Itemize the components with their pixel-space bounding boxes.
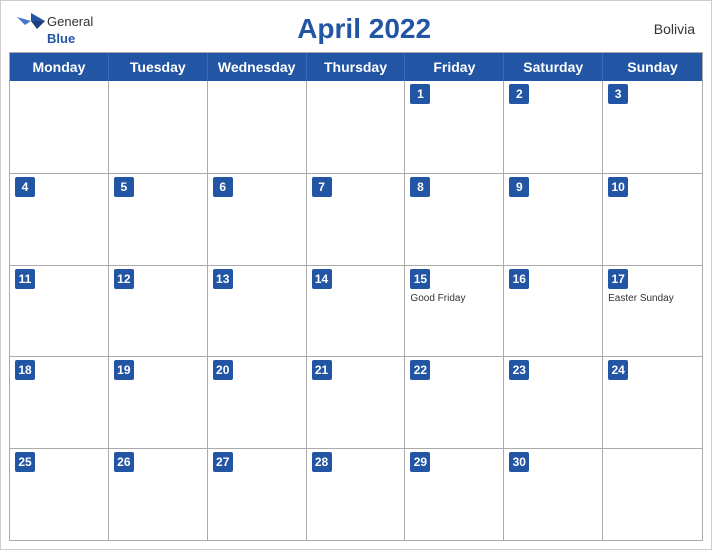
day-number: 28 <box>312 452 332 472</box>
day-cell: 27 <box>208 449 307 540</box>
day-cell: 8 <box>405 174 504 265</box>
day-cell <box>208 81 307 173</box>
day-number: 2 <box>509 84 529 104</box>
day-cell: 19 <box>109 357 208 448</box>
day-cell: 26 <box>109 449 208 540</box>
day-number: 4 <box>15 177 35 197</box>
day-number: 19 <box>114 360 134 380</box>
day-cell: 28 <box>307 449 406 540</box>
calendar: Monday Tuesday Wednesday Thursday Friday… <box>9 52 703 541</box>
day-number: 1 <box>410 84 430 104</box>
day-cell: 1 <box>405 81 504 173</box>
week-row-2: 4 5 6 7 8 9 10 <box>10 173 702 265</box>
day-number: 29 <box>410 452 430 472</box>
day-cell: 25 <box>10 449 109 540</box>
day-cell: 15 Good Friday <box>405 266 504 357</box>
day-number: 16 <box>509 269 529 289</box>
bird-icon <box>17 11 45 31</box>
day-number: 12 <box>114 269 134 289</box>
day-cell <box>603 449 702 540</box>
day-number: 26 <box>114 452 134 472</box>
day-number: 6 <box>213 177 233 197</box>
day-monday: Monday <box>10 53 109 81</box>
calendar-grid: 123456789101112131415Good Friday1617East… <box>10 81 702 540</box>
logo-blue: Blue <box>47 31 75 46</box>
week-row-5: 25 26 27 28 29 30 <box>10 448 702 540</box>
day-number: 24 <box>608 360 628 380</box>
day-cell: 7 <box>307 174 406 265</box>
logo: General Blue <box>17 11 93 46</box>
day-number: 18 <box>15 360 35 380</box>
day-number: 14 <box>312 269 332 289</box>
day-cell: 12 <box>109 266 208 357</box>
day-cell: 11 <box>10 266 109 357</box>
week-row-3: 11 12 13 14 15 Good Friday 16 17 Easter Sunday <box>10 265 702 357</box>
day-cell <box>109 81 208 173</box>
day-cell: 20 <box>208 357 307 448</box>
day-cell: 9 <box>504 174 603 265</box>
day-number: 9 <box>509 177 529 197</box>
day-wednesday: Wednesday <box>208 53 307 81</box>
day-number: 11 <box>15 269 35 289</box>
day-cell: 21 <box>307 357 406 448</box>
day-number: 22 <box>410 360 430 380</box>
day-number: 5 <box>114 177 134 197</box>
day-cell: 18 <box>10 357 109 448</box>
day-cell: 6 <box>208 174 307 265</box>
day-cell: 5 <box>109 174 208 265</box>
country-label: Bolivia <box>635 21 695 37</box>
day-number: 3 <box>608 84 628 104</box>
day-number: 25 <box>15 452 35 472</box>
week-row-1: 1 2 3 <box>10 81 702 173</box>
day-number: 21 <box>312 360 332 380</box>
day-number: 8 <box>410 177 430 197</box>
day-cell: 16 <box>504 266 603 357</box>
page: General Blue April 2022 Bolivia Monday T… <box>0 0 712 550</box>
day-number: 17 <box>608 269 628 289</box>
day-number: 20 <box>213 360 233 380</box>
day-sunday: Sunday <box>603 53 702 81</box>
day-number: 23 <box>509 360 529 380</box>
day-event: Easter Sunday <box>608 293 697 304</box>
day-tuesday: Tuesday <box>109 53 208 81</box>
day-number: 30 <box>509 452 529 472</box>
day-event: Good Friday <box>410 293 498 304</box>
day-cell: 13 <box>208 266 307 357</box>
day-number: 13 <box>213 269 233 289</box>
day-thursday: Thursday <box>307 53 406 81</box>
day-number: 7 <box>312 177 332 197</box>
page-title: April 2022 <box>93 13 635 45</box>
day-cell: 10 <box>603 174 702 265</box>
day-number: 10 <box>608 177 628 197</box>
day-cell: 23 <box>504 357 603 448</box>
day-cell <box>307 81 406 173</box>
days-header: Monday Tuesday Wednesday Thursday Friday… <box>10 53 702 81</box>
day-number: 15 <box>410 269 430 289</box>
day-cell: 17 Easter Sunday <box>603 266 702 357</box>
header: General Blue April 2022 Bolivia <box>1 1 711 52</box>
logo-general: General <box>47 14 93 29</box>
week-row-4: 18 19 20 21 22 23 24 <box>10 356 702 448</box>
day-cell: 29 <box>405 449 504 540</box>
day-cell: 30 <box>504 449 603 540</box>
day-cell: 4 <box>10 174 109 265</box>
day-cell: 3 <box>603 81 702 173</box>
day-cell: 22 <box>405 357 504 448</box>
day-number: 27 <box>213 452 233 472</box>
day-cell: 2 <box>504 81 603 173</box>
day-friday: Friday <box>405 53 504 81</box>
day-cell: 24 <box>603 357 702 448</box>
day-cell: 14 <box>307 266 406 357</box>
day-cell <box>10 81 109 173</box>
day-saturday: Saturday <box>504 53 603 81</box>
